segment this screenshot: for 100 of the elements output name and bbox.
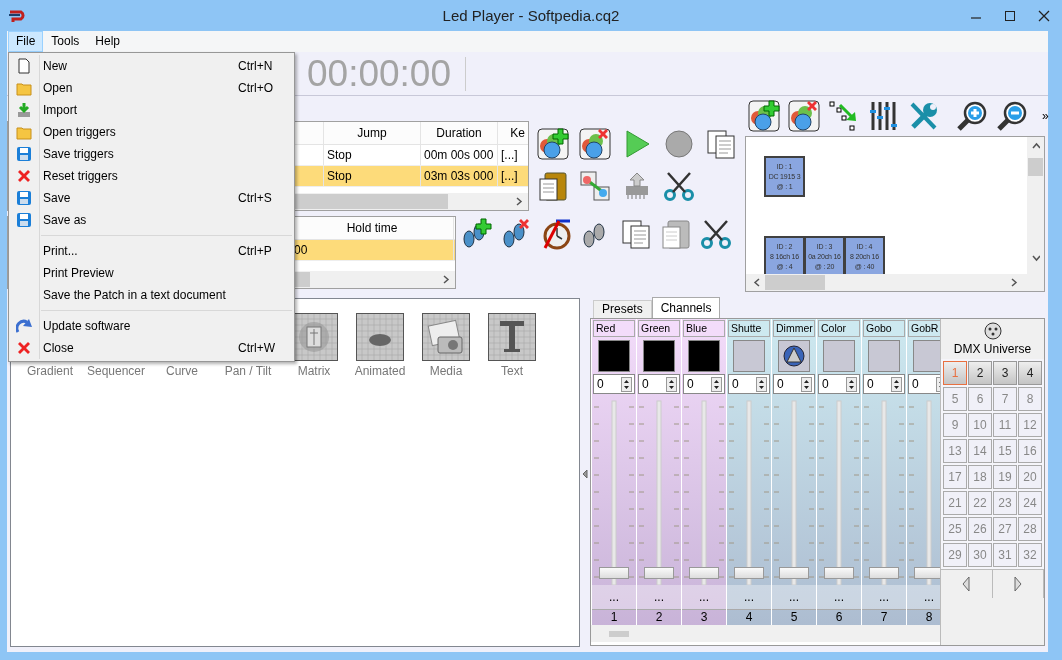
options-button[interactable]: ... xyxy=(744,590,754,604)
add-fixture-icon[interactable] xyxy=(748,100,780,132)
menu-item[interactable]: Save Ctrl+S xyxy=(9,187,294,209)
table-cell: Stop xyxy=(327,148,352,162)
slider-thumb[interactable] xyxy=(869,567,899,579)
menu-item[interactable]: Reset triggers xyxy=(9,165,294,187)
menu-item[interactable]: Close Ctrl+W xyxy=(9,337,294,359)
color-swatch xyxy=(643,340,675,372)
app-logo-icon xyxy=(8,8,26,23)
slider-thumb[interactable] xyxy=(914,567,940,579)
cross-icon xyxy=(16,168,32,184)
maximize-icon[interactable] xyxy=(1004,9,1016,22)
scissors-icon[interactable] xyxy=(700,218,732,250)
effect-label: Animated xyxy=(354,364,406,378)
menu-item[interactable]: File xyxy=(8,31,44,52)
add-group-icon[interactable] xyxy=(537,128,569,160)
menu-item[interactable]: Save as xyxy=(9,209,294,231)
previous-arrow-icon[interactable] xyxy=(961,576,972,592)
footprints-plus-icon[interactable] xyxy=(460,218,492,250)
options-button[interactable]: ... xyxy=(879,590,889,604)
spin-arrows-icon[interactable] xyxy=(621,376,632,392)
universe-button[interactable]: 2 xyxy=(968,361,992,385)
menu-item[interactable]: Update software xyxy=(9,315,294,337)
copy-icon[interactable] xyxy=(705,128,737,160)
scrollbar-thumb[interactable] xyxy=(765,275,825,290)
menu-item[interactable]: New Ctrl+N xyxy=(9,55,294,77)
slider-thumb[interactable] xyxy=(599,567,629,579)
paste-icon[interactable] xyxy=(537,170,569,202)
effect-label: Text xyxy=(501,364,523,378)
value-field[interactable]: 0 xyxy=(638,374,680,394)
next-arrow-icon[interactable] xyxy=(1012,576,1023,592)
value-field[interactable]: 0 xyxy=(683,374,725,394)
vertical-scrollbar[interactable] xyxy=(1027,137,1044,274)
shortcut-label: Ctrl+W xyxy=(238,341,276,355)
menu-item[interactable]: Open triggers xyxy=(9,121,294,143)
spin-arrows-icon[interactable] xyxy=(666,376,677,392)
sliders-icon[interactable] xyxy=(868,100,900,132)
options-button[interactable]: ... xyxy=(789,590,799,604)
value-field[interactable]: 0 xyxy=(863,374,905,394)
scissors-icon[interactable] xyxy=(663,170,695,202)
remove-group-icon[interactable] xyxy=(579,128,611,160)
slider-thumb[interactable] xyxy=(779,567,809,579)
spin-arrows-icon[interactable] xyxy=(846,376,857,392)
value-field[interactable]: 0 xyxy=(908,374,940,394)
menu-item[interactable]: Save the Patch in a text document xyxy=(9,284,294,306)
import-icon xyxy=(16,102,32,118)
value-field[interactable]: 0 xyxy=(593,374,635,394)
options-button[interactable]: ... xyxy=(654,590,664,604)
options-button[interactable]: ... xyxy=(834,590,844,604)
horizontal-scrollbar[interactable] xyxy=(746,274,1027,291)
horizontal-scrollbar[interactable] xyxy=(591,625,940,642)
empty-swatch xyxy=(823,340,855,372)
value-field[interactable]: 0 xyxy=(773,374,815,394)
slider-thumb[interactable] xyxy=(824,567,854,579)
column-header[interactable]: Jump xyxy=(324,122,421,144)
remove-fixture-icon[interactable] xyxy=(788,100,820,132)
zoom-in-icon[interactable] xyxy=(956,100,988,132)
collapse-handle-icon[interactable] xyxy=(582,468,588,479)
shortcut-label: Ctrl+P xyxy=(238,244,273,258)
menu-item[interactable]: Print... Ctrl+P xyxy=(9,240,294,262)
tab[interactable]: Presets xyxy=(593,300,652,318)
options-button[interactable]: ... xyxy=(924,590,934,604)
overflow-button[interactable]: » xyxy=(1042,109,1049,123)
column-header[interactable]: Duration xyxy=(421,122,498,144)
linked-groups-icon[interactable] xyxy=(579,170,611,202)
menu-item[interactable]: Save triggers xyxy=(9,143,294,165)
record-icon[interactable] xyxy=(663,128,695,160)
zoom-out-icon[interactable] xyxy=(996,100,1028,132)
menu-item[interactable]: Help xyxy=(87,31,129,52)
animated-tile-icon[interactable] xyxy=(356,313,404,361)
value-field[interactable]: 0 xyxy=(818,374,860,394)
slider-thumb[interactable] xyxy=(689,567,719,579)
value-field[interactable]: 0 xyxy=(728,374,770,394)
channel-name: GobR xyxy=(908,320,940,337)
close-icon[interactable] xyxy=(1038,9,1050,22)
spin-arrows-icon[interactable] xyxy=(711,376,722,392)
menu-item[interactable]: Import xyxy=(9,99,294,121)
slider-thumb[interactable] xyxy=(734,567,764,579)
table-cell: 00m 00s 000 xyxy=(424,148,494,162)
options-button[interactable]: ... xyxy=(699,590,709,604)
text-tile-icon[interactable] xyxy=(488,313,536,361)
shortcut-label: Ctrl+S xyxy=(238,191,273,205)
channel-name: Shutte xyxy=(728,320,770,337)
copy-icon[interactable] xyxy=(620,218,652,250)
universe-button[interactable]: 4 xyxy=(1018,361,1042,385)
spin-arrows-icon[interactable] xyxy=(891,376,902,392)
universe-button[interactable]: 3 xyxy=(993,361,1017,385)
slider-thumb[interactable] xyxy=(644,567,674,579)
tools-icon[interactable] xyxy=(908,100,940,132)
scrollbar-thumb[interactable] xyxy=(1028,158,1043,176)
options-button[interactable]: ... xyxy=(609,590,619,604)
footprints-cross-icon[interactable] xyxy=(500,218,532,250)
spin-arrows-icon[interactable] xyxy=(801,376,812,392)
curved-arrow-icon xyxy=(16,318,32,334)
media-tile-icon[interactable] xyxy=(422,313,470,361)
menu-item[interactable]: Print Preview xyxy=(9,262,294,284)
tab[interactable]: Channels xyxy=(651,297,721,318)
spin-arrows-icon[interactable] xyxy=(756,376,767,392)
menu-item[interactable]: Open Ctrl+O xyxy=(9,77,294,99)
menu-item[interactable]: Tools xyxy=(43,31,88,52)
